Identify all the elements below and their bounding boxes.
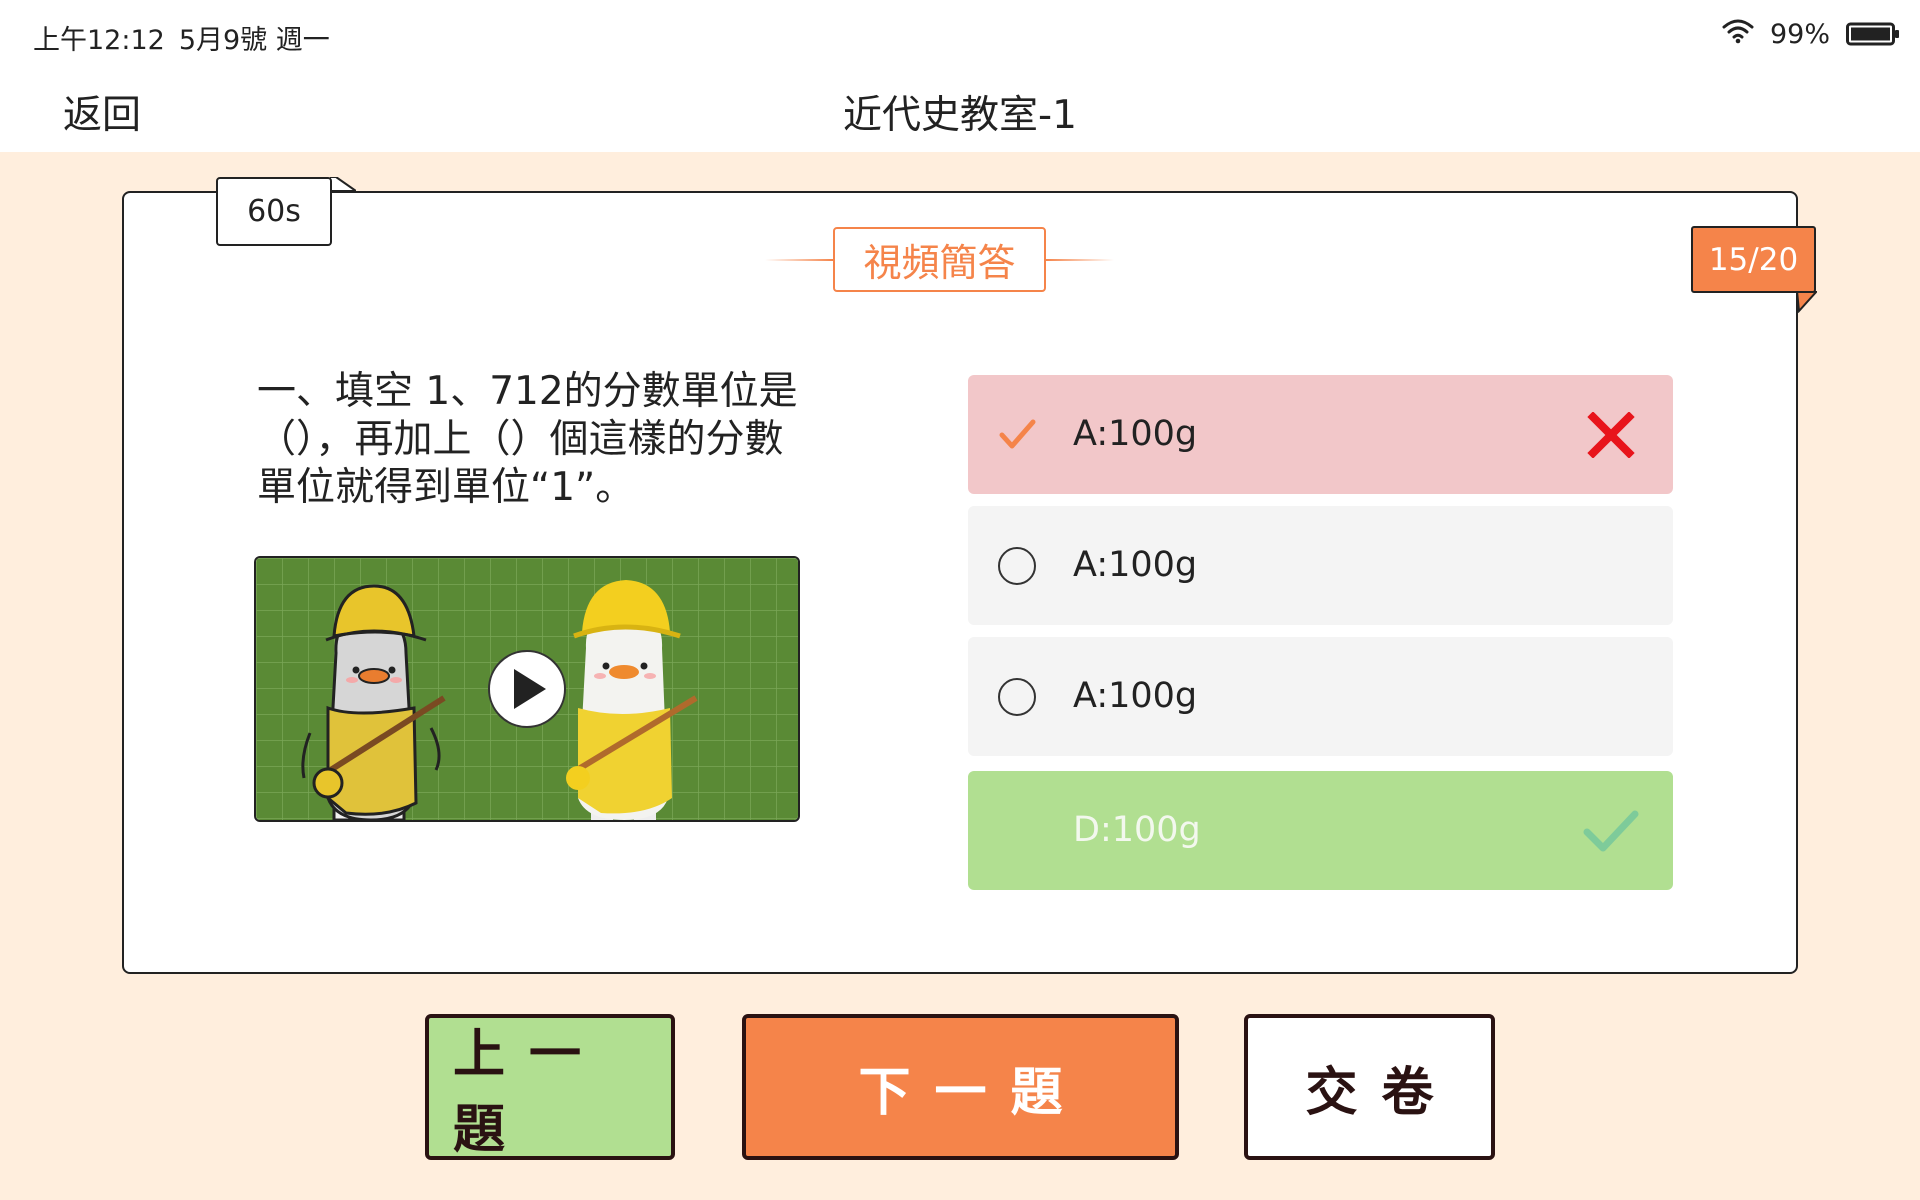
- status-indicators: 99%: [1722, 16, 1900, 52]
- wrong-x-icon: [1587, 412, 1635, 458]
- back-button[interactable]: 返回: [63, 84, 141, 140]
- next-question-button[interactable]: 下一題: [742, 1014, 1179, 1160]
- question-type-line-right: [1046, 259, 1114, 261]
- option-label: D:100g: [1073, 810, 1201, 850]
- option-a-selected-wrong[interactable]: A:100g: [968, 375, 1673, 494]
- wifi-icon: [1722, 18, 1754, 51]
- status-time-date: 上午12:12 5月9號 週一: [33, 18, 330, 57]
- status-date: 5月9號 週一: [178, 25, 330, 56]
- previous-question-button[interactable]: 上一題: [425, 1014, 675, 1160]
- battery-percent: 99%: [1769, 18, 1830, 50]
- radio-unselected-icon: [998, 678, 1036, 716]
- option-d-correct[interactable]: D:100g: [968, 771, 1673, 890]
- option-b[interactable]: A:100g: [968, 506, 1673, 625]
- nav-bar: 近代史教室-1 返回: [0, 68, 1920, 152]
- option-label: A:100g: [1073, 545, 1198, 585]
- battery-icon: [1846, 22, 1900, 46]
- radio-unselected-icon: [998, 547, 1036, 585]
- page-title: 近代史教室-1: [843, 93, 1077, 138]
- play-icon: [488, 650, 566, 728]
- status-bar: 上午12:12 5月9號 週一 99%: [0, 0, 1920, 68]
- selected-check-icon: [999, 419, 1036, 449]
- option-c[interactable]: A:100g: [968, 637, 1673, 756]
- question-text: 一、填空 1、712的分數單位是（），再加上（）個這樣的分數單位就得到單位“1”…: [257, 369, 798, 510]
- submit-exam-button[interactable]: 交卷: [1244, 1014, 1495, 1160]
- timer-badge: 60s: [216, 177, 332, 246]
- option-label: A:100g: [1073, 676, 1198, 716]
- correct-check-icon: [1583, 810, 1639, 852]
- question-type-badge: 視頻簡答: [833, 227, 1046, 292]
- status-time: 上午12:12: [33, 25, 165, 56]
- video-thumbnail[interactable]: [254, 556, 800, 822]
- timer-tag-fold: [330, 177, 356, 192]
- option-label: A:100g: [1073, 414, 1198, 454]
- progress-badge: 15/20: [1691, 226, 1816, 293]
- question-type-line-left: [765, 259, 833, 261]
- progress-tag-fold: [1797, 291, 1817, 313]
